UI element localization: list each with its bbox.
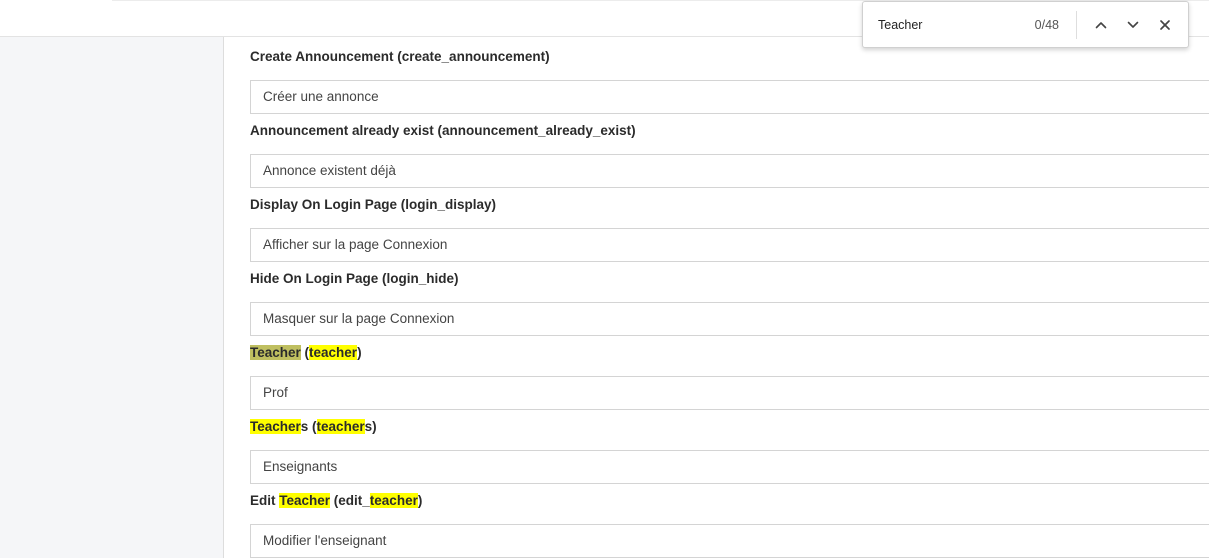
field-label: Display On Login Page (login_display) bbox=[250, 195, 496, 215]
search-match-highlight: teacher bbox=[369, 493, 418, 508]
label-text: Create Announcement (create_announcement… bbox=[250, 49, 550, 64]
field-label: Edit Teacher (edit_teacher) bbox=[250, 491, 422, 511]
find-close-button[interactable] bbox=[1153, 13, 1177, 37]
label-text: Hide On Login Page (login_hide) bbox=[250, 271, 459, 286]
field-input[interactable]: Afficher sur la page Connexion bbox=[250, 228, 1209, 262]
field-label: Create Announcement (create_announcement… bbox=[250, 47, 550, 67]
label-text: ) bbox=[417, 493, 423, 508]
find-previous-button[interactable] bbox=[1089, 13, 1113, 37]
label-text: Edit bbox=[250, 493, 280, 508]
main-content: Create Announcement (create_announcement… bbox=[225, 37, 1209, 558]
active-search-match-highlight: Teacher bbox=[250, 345, 301, 360]
label-text: Display On Login Page (login_display) bbox=[250, 197, 497, 212]
field-label: Teacher (teacher) bbox=[250, 343, 362, 363]
chevron-down-icon bbox=[1127, 21, 1139, 28]
label-text: ) bbox=[357, 345, 362, 360]
label-text: s ( bbox=[300, 419, 317, 434]
search-match-highlight: Teacher bbox=[279, 493, 331, 508]
find-input[interactable]: Teacher bbox=[878, 16, 1028, 34]
field-label: Teachers (teachers) bbox=[250, 417, 377, 437]
chevron-up-icon bbox=[1095, 22, 1107, 29]
search-match-highlight: teacher bbox=[316, 419, 365, 434]
field-label: Announcement already exist (announcement… bbox=[250, 121, 636, 141]
field-label: Hide On Login Page (login_hide) bbox=[250, 269, 459, 289]
find-next-button[interactable] bbox=[1121, 13, 1145, 37]
search-match-highlight: Teacher bbox=[250, 419, 301, 434]
close-icon bbox=[1160, 20, 1170, 30]
label-text: s) bbox=[364, 419, 377, 434]
field-input[interactable]: Enseignants bbox=[250, 450, 1209, 484]
field-input[interactable]: Masquer sur la page Connexion bbox=[250, 302, 1209, 336]
label-text: (edit_ bbox=[330, 493, 370, 508]
label-text: Announcement already exist (announcement… bbox=[250, 123, 636, 138]
label-text: ( bbox=[300, 345, 310, 360]
field-input[interactable]: Créer une annonce bbox=[250, 80, 1209, 114]
search-match-highlight: teacher bbox=[309, 345, 358, 360]
find-match-count: 0/48 bbox=[1034, 18, 1059, 32]
field-input[interactable]: Prof bbox=[250, 376, 1209, 410]
find-bar: Teacher 0/48 bbox=[862, 1, 1189, 48]
sidebar bbox=[0, 37, 224, 558]
find-divider bbox=[1076, 11, 1077, 39]
field-input[interactable]: Annonce existent déjà bbox=[250, 154, 1209, 188]
field-input[interactable]: Modifier l'enseignant bbox=[250, 524, 1209, 558]
